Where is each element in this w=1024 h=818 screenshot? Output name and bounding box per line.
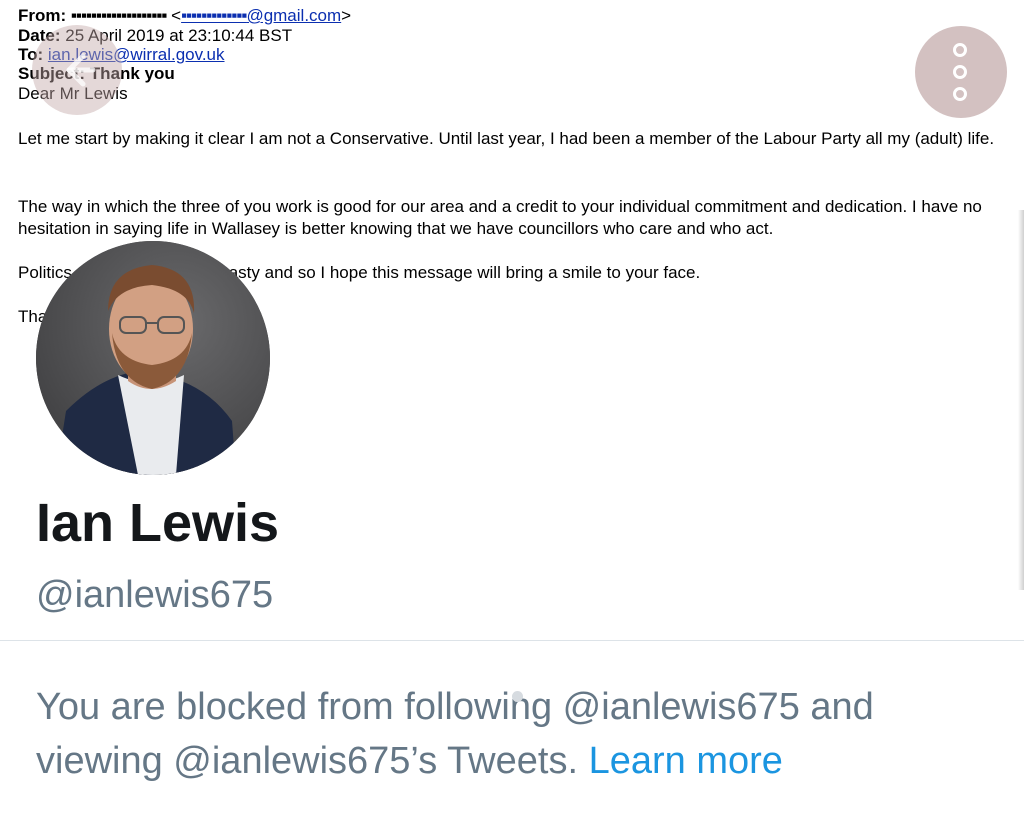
profile-name: Ian Lewis [36,493,280,553]
from-domain: @gmail.com [246,6,342,25]
arrow-left-icon [66,53,96,87]
avatar[interactable] [36,241,270,475]
email-from-line: From: ▪▪▪▪▪▪▪▪▪▪▪▪▪▪▪▪▪▪▪ <▪▪▪▪▪▪▪▪▪▪▪▪▪… [18,6,351,25]
scroll-edge [1018,210,1024,590]
more-options-button[interactable] [915,26,1007,118]
email-paragraph-1: Let me start by making it clear I am not… [18,129,995,148]
profile-photo [36,241,270,475]
back-button[interactable] [32,25,122,115]
redacted-user: ▪▪▪▪▪▪▪▪▪▪▪▪▪ [181,6,247,25]
learn-more-link[interactable]: Learn more [589,740,783,782]
divider [0,640,1024,641]
profile-handle: @ianlewis675 [36,574,274,616]
redacted-name: ▪▪▪▪▪▪▪▪▪▪▪▪▪▪▪▪▪▪▪ [70,6,168,25]
from-label: From: [18,6,67,25]
from-close: > [341,6,352,25]
touch-indicator [512,691,523,702]
email-paragraph-2: The way in which the three of you work i… [18,197,982,238]
from-open: < [171,6,182,25]
